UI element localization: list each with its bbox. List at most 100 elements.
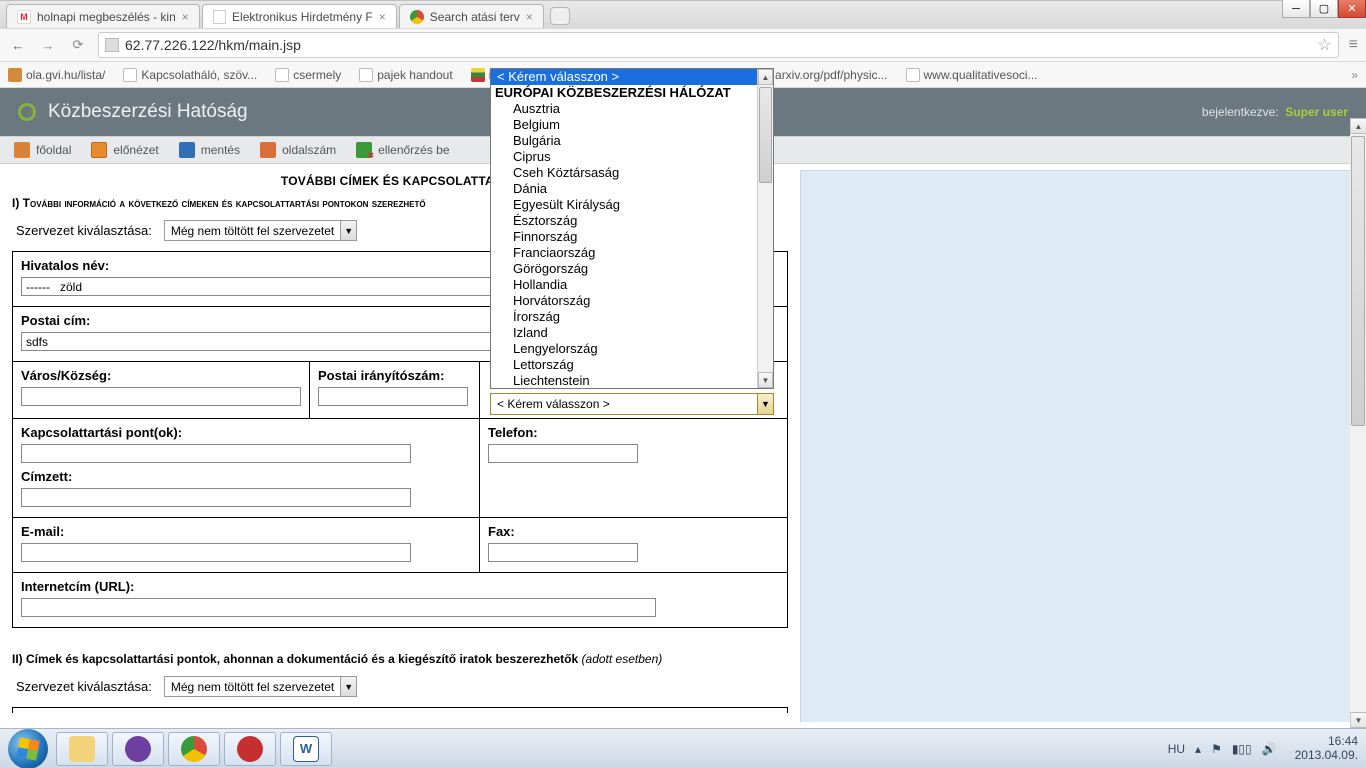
- bookmark-item[interactable]: Kapcsolatháló, szöv...: [123, 68, 257, 82]
- country-option[interactable]: Lengyelország: [491, 341, 773, 357]
- zip-input[interactable]: [318, 387, 468, 406]
- bookmarks-overflow-button[interactable]: »: [1351, 68, 1358, 82]
- bookmark-star-icon[interactable]: ☆: [1317, 35, 1331, 55]
- new-tab-button[interactable]: [550, 7, 570, 25]
- browser-tab[interactable]: M holnapi megbeszélés - kin ×: [6, 4, 200, 28]
- toolbar-check[interactable]: ellenőrzés be: [356, 142, 449, 158]
- action-center-icon[interactable]: ⚑: [1211, 742, 1222, 756]
- bookmark-item[interactable]: ola.gvi.hu/lista/: [8, 68, 105, 82]
- start-button[interactable]: [8, 729, 48, 768]
- windows-taskbar: W HU ▴ ⚑ ▮▯▯ 🔊 16:44 2013.04.09.: [0, 728, 1366, 768]
- country-option[interactable]: Izland: [491, 325, 773, 341]
- browser-tab[interactable]: Search atási terv ×: [399, 4, 544, 28]
- country-option[interactable]: Egyesült Királyság: [491, 197, 773, 213]
- country-option[interactable]: Írország: [491, 309, 773, 325]
- address-bar[interactable]: 62.77.226.122/hkm/main.jsp ☆: [98, 32, 1339, 58]
- country-option[interactable]: Finnország: [491, 229, 773, 245]
- explorer-icon: [69, 736, 95, 762]
- contact-input[interactable]: [21, 444, 411, 463]
- country-dropdown-list[interactable]: < Kérem válasszon >EURÓPAI KÖZBESZERZÉSI…: [490, 68, 774, 389]
- forward-button[interactable]: →: [38, 35, 58, 55]
- org-select[interactable]: Még nem töltött fel szervezetet ▼: [164, 220, 357, 241]
- scroll-down-arrow-icon[interactable]: ▼: [1350, 712, 1366, 728]
- chrome-menu-button[interactable]: ≡: [1349, 36, 1358, 54]
- gmail-icon: M: [17, 10, 31, 24]
- volume-icon[interactable]: 🔊: [1262, 742, 1277, 756]
- country-option[interactable]: Ciprus: [491, 149, 773, 165]
- bookmark-item[interactable]: csermely: [275, 68, 341, 82]
- bookmark-item[interactable]: pajek handout: [359, 68, 452, 82]
- city-input[interactable]: [21, 387, 301, 406]
- country-option[interactable]: < Kérem válasszon >: [491, 69, 773, 85]
- site-icon: [105, 38, 119, 52]
- scroll-up-arrow-icon[interactable]: ▲: [1350, 118, 1366, 134]
- back-button[interactable]: ←: [8, 35, 28, 55]
- tray-up-icon[interactable]: ▴: [1195, 742, 1201, 756]
- task-button[interactable]: [112, 732, 164, 766]
- lang-indicator[interactable]: HU: [1168, 742, 1185, 756]
- window-minimize-button[interactable]: ─: [1282, 0, 1310, 18]
- url-input[interactable]: [21, 598, 656, 617]
- window-close-button[interactable]: ✕: [1338, 0, 1366, 18]
- section2-note: (adott esetben): [582, 652, 663, 666]
- browser-tab[interactable]: Elektronikus Hirdetmény F ×: [202, 4, 397, 28]
- phone-label: Telefon:: [488, 425, 779, 440]
- country-option[interactable]: Lettország: [491, 357, 773, 373]
- toolbar-save[interactable]: mentés: [179, 142, 240, 158]
- save-icon: [179, 142, 195, 158]
- bookmark-item[interactable]: www.qualitativesoci...: [906, 68, 1038, 82]
- check-icon: [356, 142, 372, 158]
- scroll-up-arrow-icon[interactable]: ▲: [758, 69, 773, 85]
- bookmark-icon: [123, 68, 137, 82]
- tab-close-icon[interactable]: ×: [182, 10, 189, 24]
- fax-label: Fax:: [488, 524, 779, 539]
- app-icon: [125, 736, 151, 762]
- network-icon[interactable]: ▮▯▯: [1232, 742, 1252, 756]
- current-user: Super user: [1285, 105, 1348, 119]
- phone-input[interactable]: [488, 444, 638, 463]
- recipient-input[interactable]: [21, 488, 411, 507]
- bookmark-item[interactable]: arxiv.org/pdf/physic...: [757, 68, 888, 82]
- country-option[interactable]: Ausztria: [491, 101, 773, 117]
- scroll-thumb[interactable]: [759, 87, 772, 183]
- country-option[interactable]: Dánia: [491, 181, 773, 197]
- country-option[interactable]: Görögország: [491, 261, 773, 277]
- task-button[interactable]: [56, 732, 108, 766]
- country-option[interactable]: Cseh Köztársaság: [491, 165, 773, 181]
- toolbar-home[interactable]: főoldal: [14, 142, 71, 158]
- dropdown-arrow-icon: ▼: [340, 221, 356, 240]
- table-top-border: [12, 707, 788, 713]
- org-select-2[interactable]: Még nem töltött fel szervezetet ▼: [164, 676, 357, 697]
- task-button[interactable]: W: [280, 732, 332, 766]
- country-option[interactable]: Bulgária: [491, 133, 773, 149]
- word-icon: W: [293, 736, 319, 762]
- country-option[interactable]: Hollandia: [491, 277, 773, 293]
- reload-button[interactable]: ⟳: [68, 35, 88, 55]
- fax-input[interactable]: [488, 543, 638, 562]
- country-select[interactable]: < Kérem válasszon > ▼: [490, 393, 774, 415]
- scroll-down-arrow-icon[interactable]: ▼: [758, 372, 773, 388]
- login-status: bejelentkezve: Super user: [1202, 105, 1348, 119]
- bookmark-icon: [8, 68, 22, 82]
- org-select-label-2: Szervezet kiválasztása:: [16, 679, 152, 694]
- email-input[interactable]: [21, 543, 411, 562]
- task-button[interactable]: [168, 732, 220, 766]
- toolbar-preview[interactable]: előnézet: [91, 142, 158, 158]
- toolbar-pages[interactable]: oldalszám: [260, 142, 336, 158]
- tab-close-icon[interactable]: ×: [379, 10, 386, 24]
- country-option[interactable]: Belgium: [491, 117, 773, 133]
- page-scrollbar[interactable]: ▲ ▼: [1350, 118, 1366, 728]
- scroll-thumb[interactable]: [1351, 136, 1365, 426]
- country-option[interactable]: EURÓPAI KÖZBESZERZÉSI HÁLÓZAT: [491, 85, 773, 101]
- window-maximize-button[interactable]: ▢: [1310, 0, 1338, 18]
- url-text: 62.77.226.122/hkm/main.jsp: [125, 37, 301, 53]
- tab-close-icon[interactable]: ×: [526, 10, 533, 24]
- task-button[interactable]: [224, 732, 276, 766]
- country-option[interactable]: Horvátország: [491, 293, 773, 309]
- country-option[interactable]: Észtország: [491, 213, 773, 229]
- country-option[interactable]: Liechtenstein: [491, 373, 773, 389]
- country-option[interactable]: Franciaország: [491, 245, 773, 261]
- clock[interactable]: 16:44 2013.04.09.: [1295, 735, 1358, 761]
- tab-title: Search atási terv: [430, 10, 520, 24]
- dropdown-scrollbar[interactable]: ▲ ▼: [757, 69, 773, 388]
